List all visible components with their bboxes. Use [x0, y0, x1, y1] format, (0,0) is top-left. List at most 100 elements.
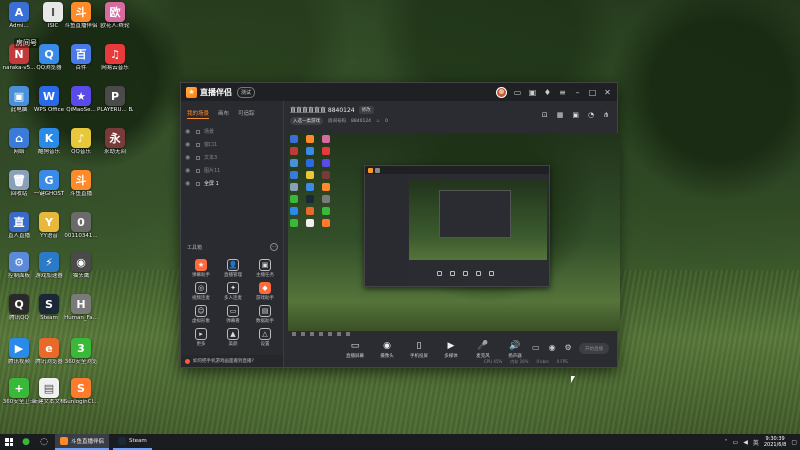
source-control[interactable]: ▯ 手机投屏: [408, 341, 430, 359]
source-control[interactable]: ▭ 直播屏幕: [344, 341, 366, 359]
browser-icon[interactable]: ◌: [37, 435, 51, 449]
edit-room-button[interactable]: 修改: [358, 105, 374, 114]
search-360-icon[interactable]: ●: [19, 435, 33, 449]
desktop-icon[interactable]: ⚙ 控制面板: [2, 252, 36, 279]
windows-start-icon[interactable]: [3, 436, 15, 448]
gift-icon[interactable]: ▣: [528, 88, 537, 97]
eye-icon[interactable]: ◉: [185, 154, 192, 161]
desktop-icon[interactable]: 永永劫无间: [98, 128, 132, 155]
desktop-icon[interactable]: S Steam: [32, 294, 66, 321]
desktop-icon[interactable]: A Admi...: [2, 2, 36, 29]
desktop-icon[interactable]: ▤ 新建文本文档: [32, 378, 66, 405]
toolbox-item[interactable]: ▣ 主播任务: [249, 259, 281, 278]
desktop-icon[interactable]: ♫ 网易云音乐: [98, 44, 132, 71]
source-control[interactable]: 🔊 扬声器: [504, 341, 526, 359]
minimize-button[interactable]: –: [573, 88, 582, 97]
desktop-icon[interactable]: 斗斗鱼直播: [64, 170, 98, 197]
tab-scenes[interactable]: 我的场景: [187, 109, 210, 119]
desktop-icon[interactable]: 0 00110341...: [64, 212, 98, 239]
scene-row[interactable]: ◉ 窗口1: [185, 138, 279, 151]
visibility-icon[interactable]: ◉: [549, 343, 556, 352]
desktop-icon[interactable]: 3 360安全浏览: [64, 338, 98, 365]
eye-icon[interactable]: ◉: [185, 141, 192, 148]
desktop-icon[interactable]: ▶ 腾讯视频: [2, 338, 36, 365]
desktop-icon[interactable]: ◉ 猫头鹰: [64, 252, 98, 279]
toolbox-item[interactable]: ☺ 虚拟形象: [185, 305, 217, 324]
message-icon[interactable]: ▭: [513, 88, 522, 97]
toolbox-item[interactable]: ◆ 游戏助手: [249, 282, 281, 301]
toolbox-item[interactable]: ◎ 视频连麦: [185, 282, 217, 301]
eye-icon[interactable]: ◉: [185, 128, 192, 135]
desktop-icon[interactable]: W WPS Office: [32, 86, 66, 113]
toolbox-item[interactable]: 👤 直播管理: [217, 259, 249, 278]
scene-row[interactable]: ◉ 场景: [185, 125, 279, 138]
close-button[interactable]: ✕: [603, 88, 612, 97]
share-screen-icon[interactable]: ▣: [572, 111, 579, 119]
desktop-icon[interactable]: Nnaraka-v5...: [2, 44, 36, 71]
share-icon[interactable]: ⋔: [603, 111, 609, 119]
clock[interactable]: 9:30:39 2021/6/8: [764, 436, 786, 448]
user-avatar[interactable]: [496, 86, 507, 98]
desktop-icon[interactable]: ♪ QQ音乐: [64, 128, 98, 155]
desktop-icon[interactable]: 直直人直播: [2, 212, 36, 239]
stream-preview[interactable]: [288, 133, 620, 331]
category-pill[interactable]: 入选一类游戏: [290, 117, 323, 125]
tip-bar[interactable]: 如何把手机游戏画面搬到直播?: [181, 355, 283, 367]
record-icon[interactable]: ▭: [532, 343, 540, 352]
desktop-icon[interactable]: G 一键GHOST: [32, 170, 66, 197]
shirt-icon[interactable]: ♦: [543, 88, 552, 97]
desktop-icon[interactable]: Q QQ浏览器: [32, 44, 66, 71]
scene-row[interactable]: ◉ 图片11: [185, 164, 279, 177]
network-icon[interactable]: ▭: [733, 439, 739, 446]
eye-icon[interactable]: ◉: [185, 180, 192, 187]
source-control[interactable]: ◉ 摄像头: [376, 341, 398, 359]
desktop-icon[interactable]: S SunloginCl...: [64, 378, 98, 405]
nested-preview-window: [364, 165, 550, 287]
desktop-icon[interactable]: K 酷狗音乐: [32, 128, 66, 155]
desktop-icon[interactable]: e 腾讯浏览器: [32, 338, 66, 365]
desktop-icon[interactable]: ⌂ 网络: [2, 128, 36, 155]
notification-icon[interactable]: ▢: [791, 439, 797, 446]
source-control[interactable]: 🎤 麦克风: [472, 341, 494, 359]
desktop-icon[interactable]: 欧欧花人:终轮: [98, 2, 132, 29]
scene-row[interactable]: ◉ 全屏 1: [185, 177, 279, 190]
desktop-icon[interactable]: PPLAYERU... BATTLEG...: [97, 86, 133, 113]
input-language[interactable]: 英: [753, 438, 759, 447]
settings-gear-icon[interactable]: ⚙: [565, 343, 572, 352]
volume-icon[interactable]: ◀: [743, 439, 748, 446]
desktop-icon[interactable]: ▣ 此电脑: [2, 86, 36, 113]
toolbox-item[interactable]: ▸ 更多: [185, 328, 217, 347]
toolbox-item[interactable]: ▲ 美颜: [217, 328, 249, 347]
desktop-icon[interactable]: 🗑 回收站: [2, 170, 36, 197]
taskbar-task[interactable]: Steam: [113, 434, 152, 450]
toolbox-item[interactable]: ▤ 数据助手: [249, 305, 281, 324]
desktop-icon[interactable]: Y YY语音: [32, 212, 66, 239]
window-titlebar[interactable]: ★ 直播伴侣 测试 ▭ ▣ ♦ ≡ – □ ✕: [181, 83, 617, 101]
toolbox-item[interactable]: △ 设置: [249, 328, 281, 347]
menu-icon[interactable]: ≡: [558, 88, 567, 97]
eye-icon[interactable]: ◉: [185, 167, 192, 174]
chevron-up-icon[interactable]: ˄: [725, 439, 728, 446]
camera-settings-icon[interactable]: ▦: [557, 111, 564, 119]
desktop-icon[interactable]: +360安全卫士: [2, 378, 36, 405]
taskbar-task[interactable]: 斗鱼直播伴侣: [55, 434, 110, 450]
source-control[interactable]: ▶ 多媒体: [440, 341, 462, 359]
desktop-icon[interactable]: Q 腾讯QQ: [2, 294, 36, 321]
desktop-icon[interactable]: H Human_Fa...: [64, 294, 98, 321]
maximize-button[interactable]: □: [588, 88, 597, 97]
start-live-button[interactable]: 开始直播: [579, 343, 609, 354]
lock-icon[interactable]: ⊡: [542, 111, 548, 119]
desktop-icon[interactable]: ⚡ 游戏加速器: [32, 252, 66, 279]
toolbox-item[interactable]: ▭ 弹幕看: [217, 305, 249, 324]
bell-icon[interactable]: ◔: [588, 111, 594, 119]
tab-canvas[interactable]: 画布: [218, 109, 229, 119]
beta-tag[interactable]: 测试: [237, 86, 256, 98]
desktop-icon[interactable]: 百百件: [64, 44, 98, 71]
desktop-icon[interactable]: 斗斗鱼直播伴侣: [64, 2, 98, 29]
tab-trackable[interactable]: 可追踪: [238, 109, 255, 119]
toolbox-item[interactable]: ✦ 多人连麦: [217, 282, 249, 301]
toolbox-item[interactable]: ★ 弹幕助手: [185, 259, 217, 278]
scene-row[interactable]: ◉ 文本3: [185, 151, 279, 164]
toolbox-more-icon[interactable]: ···: [270, 243, 278, 251]
desktop-icon[interactable]: ★ QiMaoSe...: [64, 86, 98, 113]
